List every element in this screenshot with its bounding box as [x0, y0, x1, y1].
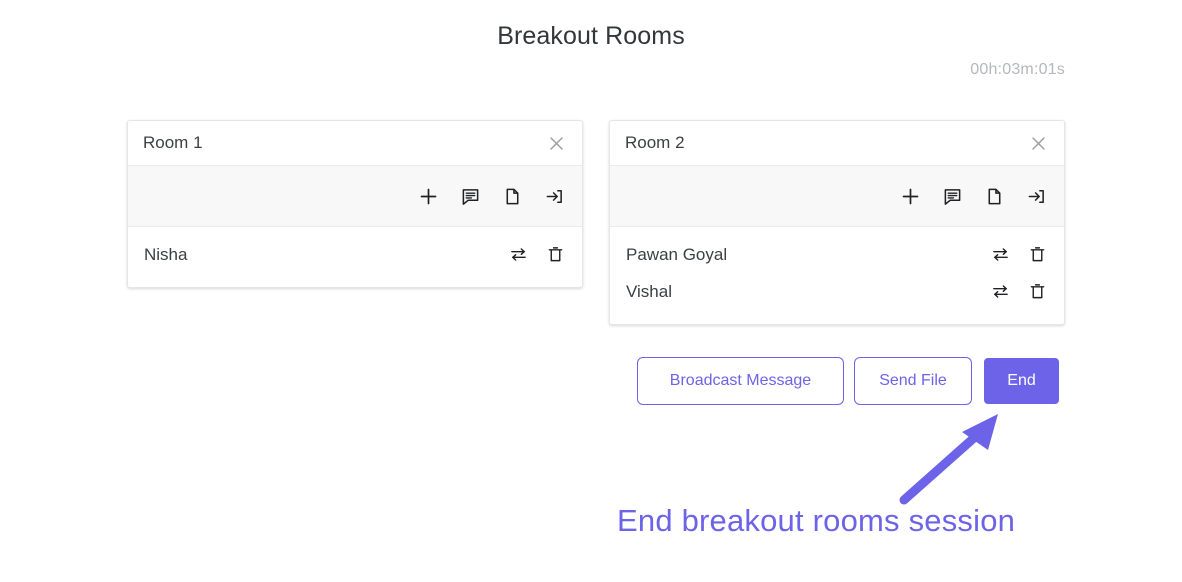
file-icon[interactable]: [983, 185, 1005, 207]
participant-actions: [973, 282, 1047, 302]
file-icon[interactable]: [501, 185, 523, 207]
participant-actions: [491, 245, 565, 265]
close-icon[interactable]: [1026, 131, 1050, 155]
participant-row: Nisha: [128, 236, 582, 273]
broadcast-message-button[interactable]: Broadcast Message: [637, 357, 844, 405]
annotation-text: End breakout rooms session: [617, 503, 1016, 538]
session-timer: 00h:03m:01s: [970, 61, 1065, 78]
room-title: Room 1: [143, 133, 203, 152]
room-card: Room 2 Pawan Goyal Vishal: [609, 120, 1065, 325]
room-toolbar: [128, 166, 582, 227]
participant-actions: [973, 245, 1047, 265]
close-icon[interactable]: [544, 131, 568, 155]
room-title: Room 2: [625, 133, 685, 152]
participant-row: Vishal: [610, 273, 1064, 310]
room-header: Room 2: [610, 121, 1064, 166]
room-toolbar: [610, 166, 1064, 227]
swap-icon[interactable]: [990, 245, 1010, 265]
chat-icon[interactable]: [941, 185, 963, 207]
room-header: Room 1: [128, 121, 582, 166]
participant-name: Vishal: [626, 281, 672, 301]
trash-icon[interactable]: [545, 245, 565, 265]
trash-icon[interactable]: [1027, 245, 1047, 265]
participant-row: Pawan Goyal: [610, 236, 1064, 273]
join-room-icon[interactable]: [1025, 185, 1047, 207]
participant-name: Nisha: [144, 244, 188, 264]
page-title: Breakout Rooms: [497, 22, 685, 50]
plus-icon[interactable]: [899, 185, 921, 207]
participant-list: Pawan Goyal Vishal: [610, 227, 1064, 324]
arrow-up-right-icon: [880, 400, 1020, 520]
join-room-icon[interactable]: [543, 185, 565, 207]
swap-icon[interactable]: [508, 245, 528, 265]
participant-name: Pawan Goyal: [626, 244, 728, 264]
end-button[interactable]: End: [984, 358, 1059, 404]
chat-icon[interactable]: [459, 185, 481, 207]
action-bar: Broadcast Message Send File End: [637, 357, 1059, 405]
room-card: Room 1 Nisha: [127, 120, 583, 288]
participant-list: Nisha: [128, 227, 582, 287]
swap-icon[interactable]: [990, 282, 1010, 302]
trash-icon[interactable]: [1027, 282, 1047, 302]
plus-icon[interactable]: [417, 185, 439, 207]
send-file-button[interactable]: Send File: [854, 357, 972, 405]
